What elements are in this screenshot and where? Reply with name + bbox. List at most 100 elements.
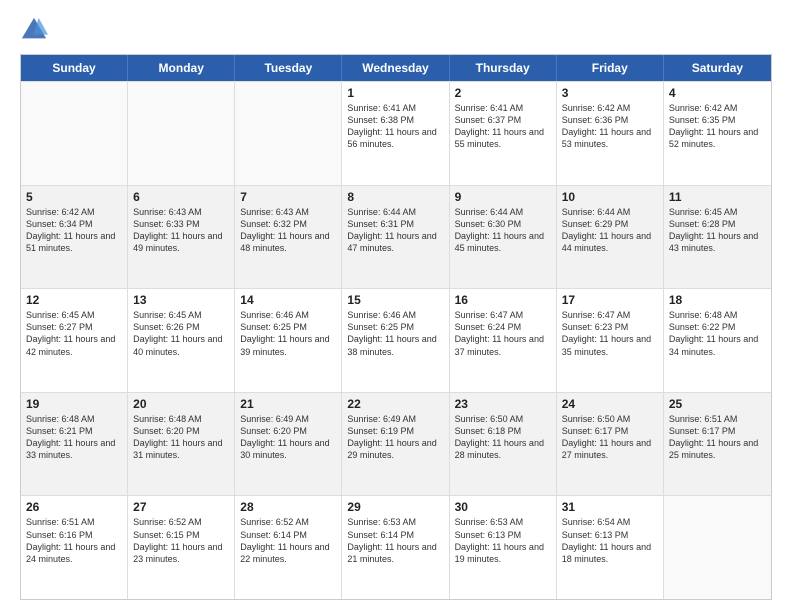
day-number: 3	[562, 86, 658, 100]
day-number: 11	[669, 190, 766, 204]
day-cell-27: 27 Sunrise: 6:52 AM Sunset: 6:15 PM Dayli…	[128, 496, 235, 599]
day-number: 29	[347, 500, 443, 514]
day-cell-17: 17 Sunrise: 6:47 AM Sunset: 6:23 PM Dayli…	[557, 289, 664, 392]
cell-info: Sunrise: 6:48 AM Sunset: 6:22 PM Dayligh…	[669, 309, 766, 358]
day-number: 27	[133, 500, 229, 514]
cell-info: Sunrise: 6:46 AM Sunset: 6:25 PM Dayligh…	[240, 309, 336, 358]
cell-info: Sunrise: 6:47 AM Sunset: 6:23 PM Dayligh…	[562, 309, 658, 358]
day-number: 20	[133, 397, 229, 411]
cell-info: Sunrise: 6:52 AM Sunset: 6:14 PM Dayligh…	[240, 516, 336, 565]
cell-info: Sunrise: 6:41 AM Sunset: 6:37 PM Dayligh…	[455, 102, 551, 151]
day-cell-13: 13 Sunrise: 6:45 AM Sunset: 6:26 PM Dayli…	[128, 289, 235, 392]
cell-info: Sunrise: 6:47 AM Sunset: 6:24 PM Dayligh…	[455, 309, 551, 358]
week-row-2: 5 Sunrise: 6:42 AM Sunset: 6:34 PM Daylig…	[21, 185, 771, 289]
empty-cell	[664, 496, 771, 599]
empty-cell	[21, 82, 128, 185]
day-cell-10: 10 Sunrise: 6:44 AM Sunset: 6:29 PM Dayli…	[557, 186, 664, 289]
calendar-body: 1 Sunrise: 6:41 AM Sunset: 6:38 PM Daylig…	[21, 81, 771, 599]
header-cell-friday: Friday	[557, 55, 664, 81]
cell-info: Sunrise: 6:45 AM Sunset: 6:26 PM Dayligh…	[133, 309, 229, 358]
day-number: 1	[347, 86, 443, 100]
day-number: 5	[26, 190, 122, 204]
day-number: 2	[455, 86, 551, 100]
day-cell-22: 22 Sunrise: 6:49 AM Sunset: 6:19 PM Dayli…	[342, 393, 449, 496]
day-number: 12	[26, 293, 122, 307]
week-row-5: 26 Sunrise: 6:51 AM Sunset: 6:16 PM Dayli…	[21, 495, 771, 599]
day-cell-6: 6Sunrise: 6:43 AM Sunset: 6:33 PM Daylig…	[128, 186, 235, 289]
day-cell-21: 21Sunrise: 6:49 AM Sunset: 6:20 PM Dayli…	[235, 393, 342, 496]
day-cell-28: 28 Sunrise: 6:52 AM Sunset: 6:14 PM Dayli…	[235, 496, 342, 599]
cell-info: Sunrise: 6:48 AM Sunset: 6:20 PM Dayligh…	[133, 413, 229, 462]
header	[20, 16, 772, 44]
cell-info: Sunrise: 6:53 AM Sunset: 6:14 PM Dayligh…	[347, 516, 443, 565]
day-cell-26: 26 Sunrise: 6:51 AM Sunset: 6:16 PM Dayli…	[21, 496, 128, 599]
day-number: 26	[26, 500, 122, 514]
day-cell-2: 2 Sunrise: 6:41 AM Sunset: 6:37 PM Daylig…	[450, 82, 557, 185]
logo	[20, 16, 52, 44]
day-cell-16: 16 Sunrise: 6:47 AM Sunset: 6:24 PM Dayli…	[450, 289, 557, 392]
cell-info: Sunrise: 6:52 AM Sunset: 6:15 PM Dayligh…	[133, 516, 229, 565]
empty-cell	[128, 82, 235, 185]
cell-info: Sunrise: 6:50 AM Sunset: 6:17 PM Dayligh…	[562, 413, 658, 462]
header-cell-monday: Monday	[128, 55, 235, 81]
day-number: 10	[562, 190, 658, 204]
day-cell-15: 15 Sunrise: 6:46 AM Sunset: 6:25 PM Dayli…	[342, 289, 449, 392]
day-number: 28	[240, 500, 336, 514]
day-number: 6	[133, 190, 229, 204]
empty-cell	[235, 82, 342, 185]
day-cell-29: 29 Sunrise: 6:53 AM Sunset: 6:14 PM Dayli…	[342, 496, 449, 599]
day-number: 24	[562, 397, 658, 411]
cell-info: Sunrise: 6:53 AM Sunset: 6:13 PM Dayligh…	[455, 516, 551, 565]
cell-info: Sunrise: 6:49 AM Sunset: 6:20 PM Dayligh…	[240, 413, 336, 462]
day-number: 13	[133, 293, 229, 307]
day-cell-12: 12 Sunrise: 6:45 AM Sunset: 6:27 PM Dayli…	[21, 289, 128, 392]
cell-info: Sunrise: 6:46 AM Sunset: 6:25 PM Dayligh…	[347, 309, 443, 358]
day-cell-7: 7Sunrise: 6:43 AM Sunset: 6:32 PM Daylig…	[235, 186, 342, 289]
cell-info: Sunrise: 6:44 AM Sunset: 6:30 PM Dayligh…	[455, 206, 551, 255]
page: SundayMondayTuesdayWednesdayThursdayFrid…	[0, 0, 792, 612]
day-cell-18: 18 Sunrise: 6:48 AM Sunset: 6:22 PM Dayli…	[664, 289, 771, 392]
cell-info: Sunrise: 6:41 AM Sunset: 6:38 PM Dayligh…	[347, 102, 443, 151]
cell-info: Sunrise: 6:51 AM Sunset: 6:16 PM Dayligh…	[26, 516, 122, 565]
day-cell-30: 30 Sunrise: 6:53 AM Sunset: 6:13 PM Dayli…	[450, 496, 557, 599]
day-cell-3: 3 Sunrise: 6:42 AM Sunset: 6:36 PM Daylig…	[557, 82, 664, 185]
day-cell-8: 8 Sunrise: 6:44 AM Sunset: 6:31 PM Daylig…	[342, 186, 449, 289]
header-cell-sunday: Sunday	[21, 55, 128, 81]
header-cell-tuesday: Tuesday	[235, 55, 342, 81]
day-cell-5: 5 Sunrise: 6:42 AM Sunset: 6:34 PM Daylig…	[21, 186, 128, 289]
cell-info: Sunrise: 6:45 AM Sunset: 6:28 PM Dayligh…	[669, 206, 766, 255]
cell-info: Sunrise: 6:42 AM Sunset: 6:34 PM Dayligh…	[26, 206, 122, 255]
day-number: 9	[455, 190, 551, 204]
day-cell-24: 24 Sunrise: 6:50 AM Sunset: 6:17 PM Dayli…	[557, 393, 664, 496]
day-cell-14: 14 Sunrise: 6:46 AM Sunset: 6:25 PM Dayli…	[235, 289, 342, 392]
day-number: 25	[669, 397, 766, 411]
day-number: 18	[669, 293, 766, 307]
cell-info: Sunrise: 6:42 AM Sunset: 6:36 PM Dayligh…	[562, 102, 658, 151]
day-number: 14	[240, 293, 336, 307]
week-row-4: 19Sunrise: 6:48 AM Sunset: 6:21 PM Dayli…	[21, 392, 771, 496]
day-cell-25: 25Sunrise: 6:51 AM Sunset: 6:17 PM Dayli…	[664, 393, 771, 496]
cell-info: Sunrise: 6:49 AM Sunset: 6:19 PM Dayligh…	[347, 413, 443, 462]
cell-info: Sunrise: 6:45 AM Sunset: 6:27 PM Dayligh…	[26, 309, 122, 358]
day-number: 30	[455, 500, 551, 514]
day-number: 17	[562, 293, 658, 307]
cell-info: Sunrise: 6:44 AM Sunset: 6:31 PM Dayligh…	[347, 206, 443, 255]
header-cell-wednesday: Wednesday	[342, 55, 449, 81]
header-cell-thursday: Thursday	[450, 55, 557, 81]
day-cell-4: 4 Sunrise: 6:42 AM Sunset: 6:35 PM Daylig…	[664, 82, 771, 185]
cell-info: Sunrise: 6:54 AM Sunset: 6:13 PM Dayligh…	[562, 516, 658, 565]
day-number: 7	[240, 190, 336, 204]
day-number: 8	[347, 190, 443, 204]
logo-icon	[20, 16, 48, 44]
day-number: 4	[669, 86, 766, 100]
day-number: 15	[347, 293, 443, 307]
day-cell-23: 23Sunrise: 6:50 AM Sunset: 6:18 PM Dayli…	[450, 393, 557, 496]
cell-info: Sunrise: 6:44 AM Sunset: 6:29 PM Dayligh…	[562, 206, 658, 255]
cell-info: Sunrise: 6:42 AM Sunset: 6:35 PM Dayligh…	[669, 102, 766, 151]
day-cell-9: 9 Sunrise: 6:44 AM Sunset: 6:30 PM Daylig…	[450, 186, 557, 289]
day-number: 16	[455, 293, 551, 307]
cell-info: Sunrise: 6:50 AM Sunset: 6:18 PM Dayligh…	[455, 413, 551, 462]
day-number: 22	[347, 397, 443, 411]
header-cell-saturday: Saturday	[664, 55, 771, 81]
calendar-header: SundayMondayTuesdayWednesdayThursdayFrid…	[21, 55, 771, 81]
